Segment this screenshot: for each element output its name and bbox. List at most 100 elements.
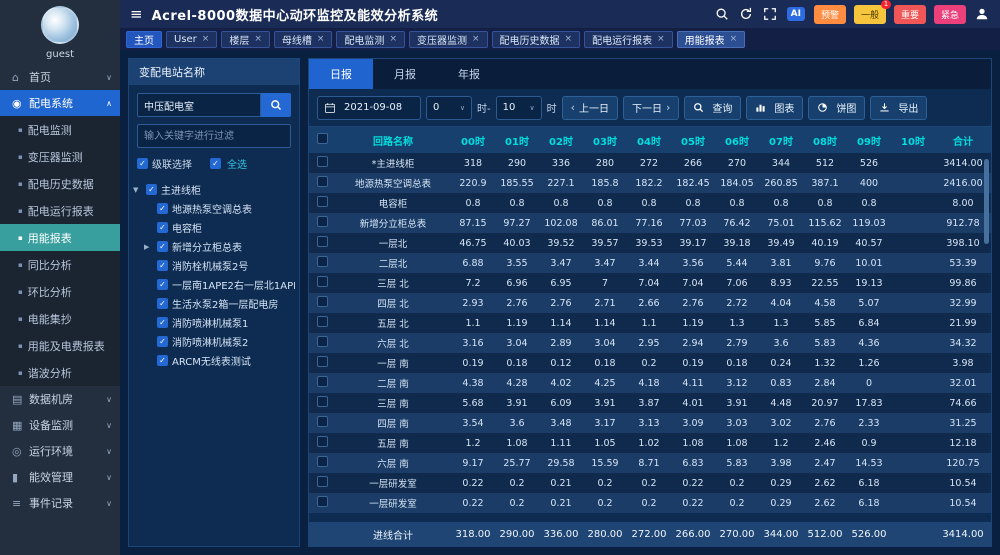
- tab-item[interactable]: 楼层×: [221, 31, 270, 48]
- alarm-button[interactable]: 紧急: [934, 5, 966, 24]
- report-tab[interactable]: 年报: [437, 59, 501, 89]
- tree-node[interactable]: ▶✓新增分立柜总表: [144, 237, 295, 256]
- tab-item[interactable]: 主页: [126, 31, 162, 48]
- export-button[interactable]: 导出: [870, 96, 927, 120]
- fullscreen-icon[interactable]: [763, 7, 778, 22]
- row-checkbox[interactable]: [317, 456, 328, 467]
- tree-node[interactable]: ✓ARCM无线表测试: [144, 351, 295, 370]
- row-checkbox[interactable]: [317, 316, 328, 327]
- row-checkbox[interactable]: [317, 216, 328, 227]
- tab-item[interactable]: 变压器监测×: [409, 31, 488, 48]
- sidebar-item[interactable]: ⌂首页∨: [0, 64, 120, 90]
- sidebar-subitem[interactable]: ▪谐波分析: [0, 359, 120, 386]
- sidebar-subitem[interactable]: ▪变压器监测: [0, 143, 120, 170]
- alarm-button[interactable]: 重要: [894, 5, 926, 24]
- sidebar-item[interactable]: ◉配电系统∧: [0, 90, 120, 116]
- tree-node[interactable]: ✓电容柜: [144, 218, 295, 237]
- row-checkbox[interactable]: [317, 416, 328, 427]
- row-checkbox[interactable]: [317, 496, 328, 507]
- menu-toggle-icon[interactable]: ≡: [130, 5, 143, 23]
- tree-checkbox[interactable]: ✓: [146, 184, 157, 195]
- sidebar-item[interactable]: ▮能效管理∨: [0, 464, 120, 490]
- close-icon[interactable]: ×: [565, 34, 573, 44]
- close-icon[interactable]: ×: [254, 34, 262, 44]
- chart-button[interactable]: 图表: [746, 96, 803, 120]
- tab-item[interactable]: 母线槽×: [274, 31, 333, 48]
- select-all-checkbox[interactable]: ✓: [210, 158, 221, 169]
- pie-button[interactable]: 饼图: [808, 96, 865, 120]
- station-input[interactable]: [137, 93, 261, 117]
- refresh-icon[interactable]: [739, 7, 754, 22]
- tree-node[interactable]: ✓生活水泵2箱一层配电房: [144, 294, 295, 313]
- tree-checkbox[interactable]: ✓: [157, 317, 168, 328]
- report-tab[interactable]: 月报: [373, 59, 437, 89]
- tree-checkbox[interactable]: ✓: [157, 203, 168, 214]
- row-checkbox[interactable]: [317, 296, 328, 307]
- filter-input[interactable]: [137, 124, 291, 148]
- close-icon[interactable]: ×: [472, 34, 480, 44]
- tree-checkbox[interactable]: ✓: [157, 298, 168, 309]
- start-hour-select[interactable]: 0 ∨: [426, 96, 472, 120]
- row-checkbox[interactable]: [317, 236, 328, 247]
- close-icon[interactable]: ×: [657, 34, 665, 44]
- query-button[interactable]: 查询: [684, 96, 741, 120]
- cascade-checkbox[interactable]: ✓: [137, 158, 148, 169]
- tree-node[interactable]: ✓消防栓机械泵2号: [144, 256, 295, 275]
- sidebar-subitem[interactable]: ▪配电监测: [0, 116, 120, 143]
- tree-node[interactable]: ✓消防喷淋机械泵2: [144, 332, 295, 351]
- close-icon[interactable]: ×: [730, 34, 738, 44]
- row-checkbox[interactable]: [317, 176, 328, 187]
- row-checkbox[interactable]: [317, 396, 328, 407]
- date-picker[interactable]: 2021-09-08: [317, 96, 421, 120]
- search-icon[interactable]: [715, 7, 730, 22]
- alarm-button[interactable]: 预警: [814, 5, 846, 24]
- avatar[interactable]: [41, 6, 79, 44]
- ai-badge[interactable]: AI: [787, 7, 805, 21]
- tab-item[interactable]: 用能报表×: [677, 31, 746, 48]
- station-search-button[interactable]: [261, 93, 291, 117]
- row-checkbox[interactable]: [317, 336, 328, 347]
- tree-checkbox[interactable]: ✓: [157, 279, 168, 290]
- row-checkbox[interactable]: [317, 156, 328, 167]
- user-icon[interactable]: [975, 7, 990, 22]
- row-checkbox[interactable]: [317, 256, 328, 267]
- tab-item[interactable]: 配电监测×: [336, 31, 405, 48]
- sidebar-subitem[interactable]: ▪环比分析: [0, 278, 120, 305]
- close-icon[interactable]: ×: [202, 34, 210, 44]
- row-checkbox[interactable]: [317, 476, 328, 487]
- tree-node[interactable]: ✓地源热泵空调总表: [144, 199, 295, 218]
- end-hour-select[interactable]: 10 ∨: [496, 96, 542, 120]
- caret-right-icon[interactable]: ▶: [144, 243, 153, 251]
- row-checkbox[interactable]: [317, 276, 328, 287]
- tab-item[interactable]: 配电运行报表×: [584, 31, 673, 48]
- tab-item[interactable]: 配电历史数据×: [492, 31, 581, 48]
- sidebar-subitem[interactable]: ▪配电运行报表: [0, 197, 120, 224]
- sidebar-item[interactable]: ▤数据机房∨: [0, 386, 120, 412]
- sidebar-item[interactable]: ▦设备监测∨: [0, 412, 120, 438]
- sidebar-item[interactable]: ≡事件记录∨: [0, 490, 120, 516]
- prev-day-button[interactable]: ‹ 上一日: [562, 96, 618, 120]
- sidebar-subitem[interactable]: ▪配电历史数据: [0, 170, 120, 197]
- alarm-button[interactable]: 一般1: [854, 5, 886, 24]
- select-all-rows-checkbox[interactable]: [317, 133, 328, 144]
- tree-checkbox[interactable]: ✓: [157, 222, 168, 233]
- close-icon[interactable]: ×: [389, 34, 397, 44]
- tab-item[interactable]: User×: [166, 31, 217, 48]
- caret-down-icon[interactable]: ▼: [133, 186, 142, 194]
- close-icon[interactable]: ×: [317, 34, 325, 44]
- row-checkbox[interactable]: [317, 376, 328, 387]
- row-checkbox[interactable]: [317, 356, 328, 367]
- sidebar-subitem[interactable]: ▪电能集抄: [0, 305, 120, 332]
- sidebar-item[interactable]: ◎运行环境∨: [0, 438, 120, 464]
- next-day-button[interactable]: 下一日 ›: [623, 96, 679, 120]
- tree-node[interactable]: ✓一层南1APE2右一层北1APE1左: [144, 275, 295, 294]
- report-tab[interactable]: 日报: [309, 59, 373, 89]
- vertical-scrollbar[interactable]: [984, 159, 989, 244]
- tree-node-root[interactable]: ▼✓主进线柜: [133, 180, 295, 199]
- tree-checkbox[interactable]: ✓: [157, 241, 168, 252]
- row-checkbox[interactable]: [317, 436, 328, 447]
- row-checkbox[interactable]: [317, 196, 328, 207]
- tree-checkbox[interactable]: ✓: [157, 355, 168, 366]
- sidebar-subitem[interactable]: ▪用能报表: [0, 224, 120, 251]
- tree-checkbox[interactable]: ✓: [157, 260, 168, 271]
